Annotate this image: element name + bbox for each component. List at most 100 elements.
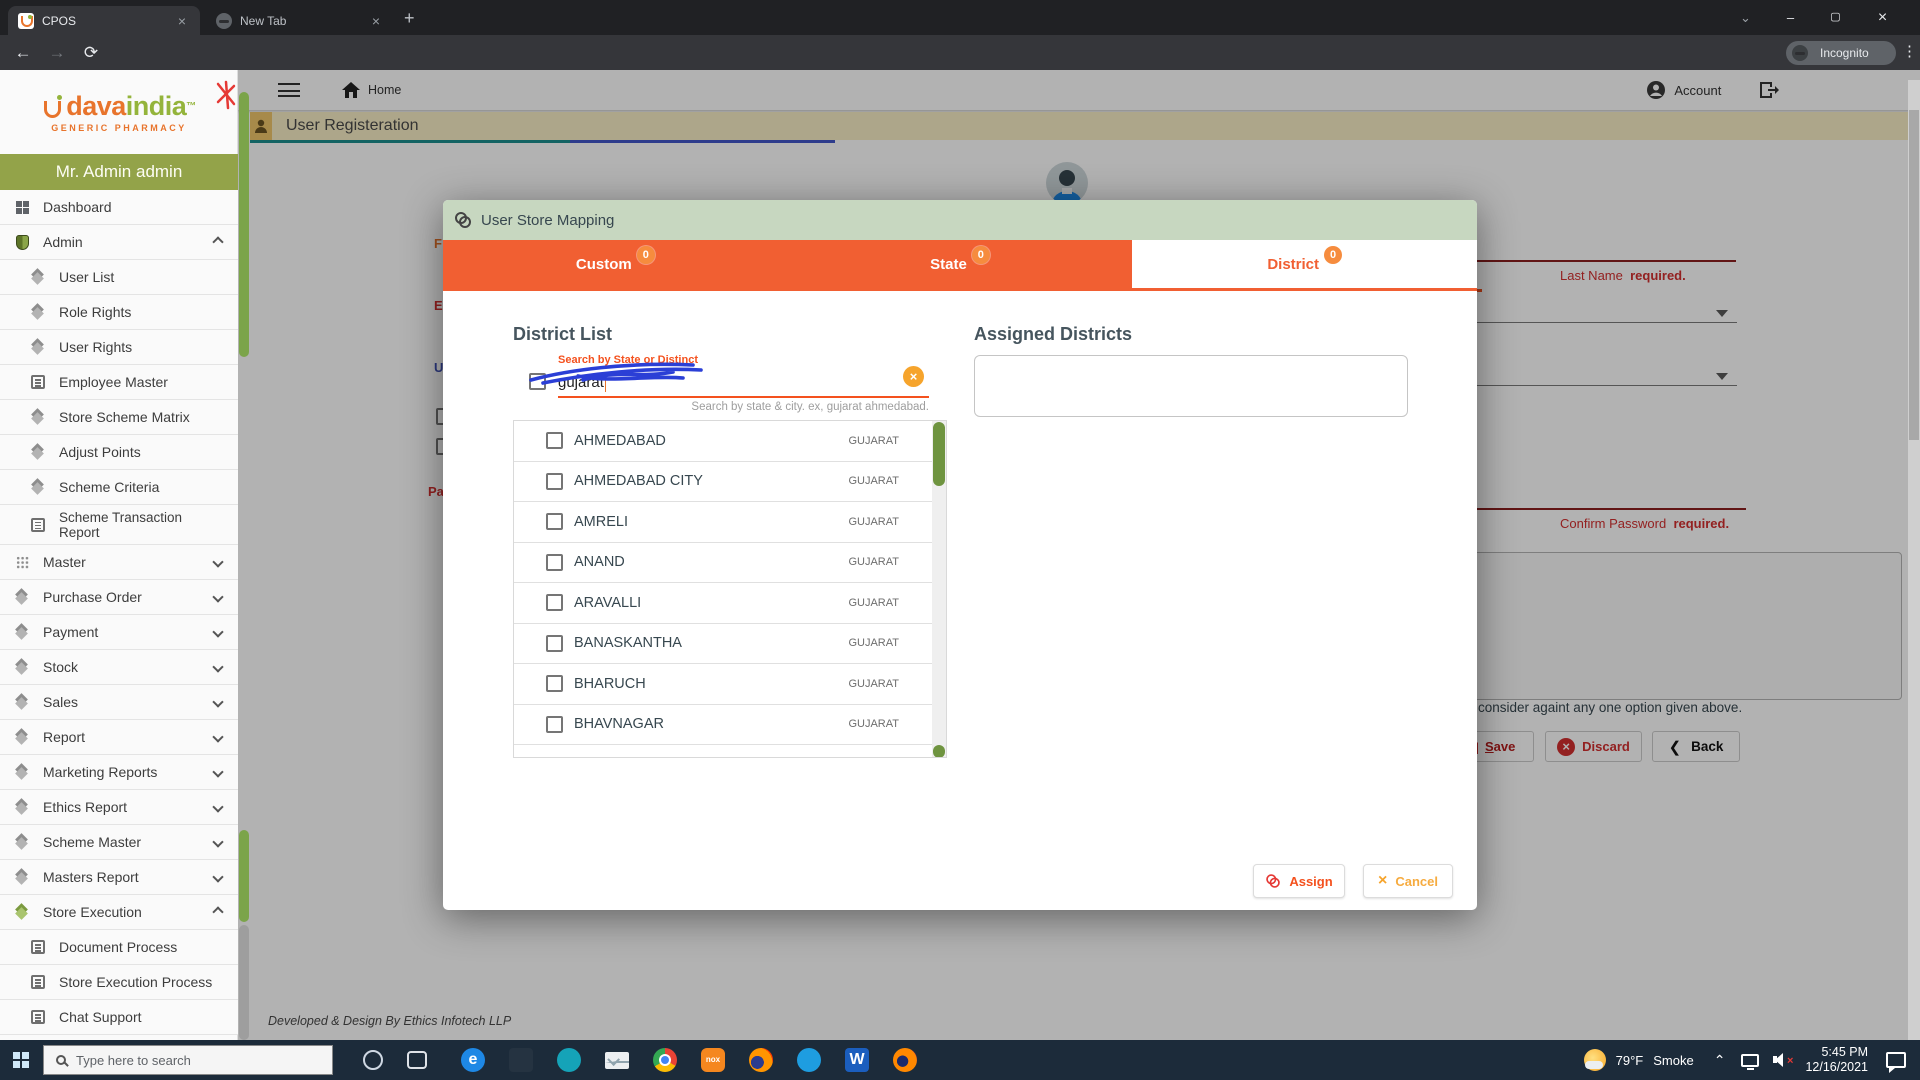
district-checkbox[interactable] bbox=[546, 594, 563, 611]
district-checkbox[interactable] bbox=[546, 513, 563, 530]
sidebar-item-user-list[interactable]: User List bbox=[0, 260, 238, 295]
district-row[interactable]: BHARUCHGUJARAT bbox=[514, 664, 934, 705]
sidebar-item-employee-master[interactable]: Employee Master bbox=[0, 365, 238, 400]
sidebar-item-purchase-order[interactable]: Purchase Order bbox=[0, 580, 238, 615]
list-scrollbar-thumb[interactable] bbox=[933, 422, 945, 486]
district-row[interactable]: ANANDGUJARAT bbox=[514, 543, 934, 584]
incognito-favicon-icon bbox=[216, 13, 232, 29]
network-icon[interactable] bbox=[1741, 1054, 1759, 1067]
dialog-header: User Store Mapping bbox=[443, 200, 1477, 240]
tab-new-tab[interactable]: New Tab × bbox=[206, 6, 394, 35]
tab-title: New Tab bbox=[240, 14, 286, 28]
tab-cpos[interactable]: CPOS × bbox=[8, 6, 200, 35]
window-scrollbar-track[interactable] bbox=[1908, 80, 1920, 1040]
district-row[interactable]: AHMEDABAD CITYGUJARAT bbox=[514, 462, 934, 503]
nox-player-icon[interactable]: nox bbox=[701, 1048, 725, 1072]
district-checkbox[interactable] bbox=[546, 716, 563, 733]
assign-link-icon bbox=[1267, 874, 1281, 888]
sidebar-item-chat-support[interactable]: Chat Support bbox=[0, 1000, 238, 1035]
browser-menu-icon[interactable]: ⋮ bbox=[1902, 42, 1917, 60]
district-row[interactable]: AHMEDABADGUJARAT bbox=[514, 421, 934, 462]
clock[interactable]: 5:45 PM12/16/2021 bbox=[1805, 1045, 1868, 1075]
word-icon[interactable]: W bbox=[845, 1048, 869, 1072]
sidebar-item-dashboard[interactable]: Dashboard bbox=[0, 190, 238, 225]
close-window-button[interactable]: × bbox=[1860, 0, 1905, 35]
district-checkbox[interactable] bbox=[546, 473, 563, 490]
reload-icon[interactable]: ⟳ bbox=[74, 43, 108, 63]
cancel-x-icon: × bbox=[1378, 872, 1387, 890]
content-scrollbar-thumb[interactable] bbox=[239, 92, 249, 357]
sidebar-item-stock[interactable]: Stock bbox=[0, 650, 238, 685]
new-tab-button[interactable]: + bbox=[404, 8, 415, 29]
teal-app-icon[interactable] bbox=[557, 1048, 581, 1072]
dark-app-icon[interactable] bbox=[509, 1048, 533, 1072]
chevron-down-icon bbox=[212, 591, 223, 602]
layers-icon bbox=[15, 625, 29, 639]
notification-icon[interactable] bbox=[1886, 1052, 1906, 1068]
sidebar-item-payment[interactable]: Payment bbox=[0, 615, 238, 650]
firefox-icon[interactable] bbox=[749, 1048, 773, 1072]
chrome-icon[interactable] bbox=[653, 1048, 677, 1072]
sidebar-item-scheme-master[interactable]: Scheme Master bbox=[0, 825, 238, 860]
tab-district[interactable]: District0 bbox=[1132, 240, 1477, 288]
sidebar-item-store-execution[interactable]: Store Execution bbox=[0, 895, 238, 930]
search-hint: Search by state & city. ex, gujarat ahme… bbox=[558, 401, 929, 413]
cortana-icon[interactable] bbox=[363, 1050, 383, 1070]
tab-state[interactable]: State0 bbox=[788, 240, 1133, 288]
sidebar-item-ethics-report[interactable]: Ethics Report bbox=[0, 790, 238, 825]
district-row-partial[interactable] bbox=[514, 745, 934, 758]
orange-app-icon[interactable] bbox=[893, 1048, 917, 1072]
district-checkbox[interactable] bbox=[546, 432, 563, 449]
sidebar-item-store-execution-process[interactable]: Store Execution Process bbox=[0, 965, 238, 1000]
volume-muted-icon[interactable]: × bbox=[1773, 1053, 1789, 1067]
red-scribble-annotation bbox=[214, 80, 240, 110]
tab-custom[interactable]: Custom0 bbox=[443, 240, 788, 288]
weather-condition[interactable]: Smoke bbox=[1653, 1053, 1693, 1068]
blue-app-icon[interactable] bbox=[797, 1048, 821, 1072]
minimize-button[interactable]: – bbox=[1768, 0, 1813, 35]
taskbar-search[interactable]: Type here to search bbox=[43, 1045, 333, 1075]
task-view-icon[interactable] bbox=[407, 1051, 427, 1069]
maximize-button[interactable]: ▢ bbox=[1813, 0, 1858, 35]
sidebar-scrollbar-thumb[interactable] bbox=[239, 830, 249, 922]
sidebar-item-user-rights[interactable]: User Rights bbox=[0, 330, 238, 365]
sidebar-item-report[interactable]: Report bbox=[0, 720, 238, 755]
cancel-button[interactable]: × Cancel bbox=[1363, 864, 1453, 898]
district-checkbox[interactable] bbox=[546, 675, 563, 692]
assign-button[interactable]: Assign bbox=[1253, 864, 1345, 898]
back-nav-icon[interactable]: ← bbox=[6, 43, 40, 63]
sidebar-item-master[interactable]: Master bbox=[0, 545, 238, 580]
district-checkbox[interactable] bbox=[546, 554, 563, 571]
tab-close-icon[interactable]: × bbox=[174, 13, 190, 29]
district-row[interactable]: BHAVNAGARGUJARAT bbox=[514, 705, 934, 746]
sidebar-item-scheme-criteria[interactable]: Scheme Criteria bbox=[0, 470, 238, 505]
window-scrollbar-thumb[interactable] bbox=[1909, 110, 1919, 440]
district-row[interactable]: BANASKANTHAGUJARAT bbox=[514, 624, 934, 665]
weather-temp[interactable]: 79°F bbox=[1616, 1053, 1644, 1068]
district-checkbox[interactable] bbox=[546, 635, 563, 652]
scrollbar-thumb-gray[interactable] bbox=[239, 925, 249, 1040]
sidebar-item-document-process[interactable]: Document Process bbox=[0, 930, 238, 965]
tray-chevron-up-icon[interactable]: ⌃ bbox=[1714, 1052, 1726, 1069]
sidebar-item-marketing-reports[interactable]: Marketing Reports bbox=[0, 755, 238, 790]
list-scrollbar-track[interactable] bbox=[932, 421, 946, 758]
sidebar-item-sales[interactable]: Sales bbox=[0, 685, 238, 720]
sidebar-item-adjust-points[interactable]: Adjust Points bbox=[0, 435, 238, 470]
district-row[interactable]: ARAVALLIGUJARAT bbox=[514, 583, 934, 624]
sidebar-item-scheme-transaction-report[interactable]: Scheme Transaction Report bbox=[0, 505, 238, 545]
weather-icon[interactable] bbox=[1584, 1049, 1606, 1071]
list-icon bbox=[31, 1010, 45, 1024]
start-button-icon[interactable] bbox=[13, 1052, 29, 1068]
sidebar-item-masters-report[interactable]: Masters Report bbox=[0, 860, 238, 895]
clear-search-button[interactable]: × bbox=[903, 366, 924, 387]
forward-nav-icon[interactable]: → bbox=[40, 43, 74, 63]
sidebar-item-store-scheme-matrix[interactable]: Store Scheme Matrix bbox=[0, 400, 238, 435]
browser-tab-strip: CPOS × New Tab × + ⌄ – ▢ × bbox=[0, 0, 1920, 35]
tab-close-icon[interactable]: × bbox=[368, 13, 384, 29]
sidebar-item-admin[interactable]: Admin bbox=[0, 225, 238, 260]
tab-search-icon[interactable]: ⌄ bbox=[1723, 0, 1768, 35]
sidebar-item-role-rights[interactable]: Role Rights bbox=[0, 295, 238, 330]
mail-icon[interactable] bbox=[605, 1052, 629, 1069]
district-row[interactable]: AMRELIGUJARAT bbox=[514, 502, 934, 543]
blue-e-browser-icon[interactable]: e bbox=[461, 1048, 485, 1072]
